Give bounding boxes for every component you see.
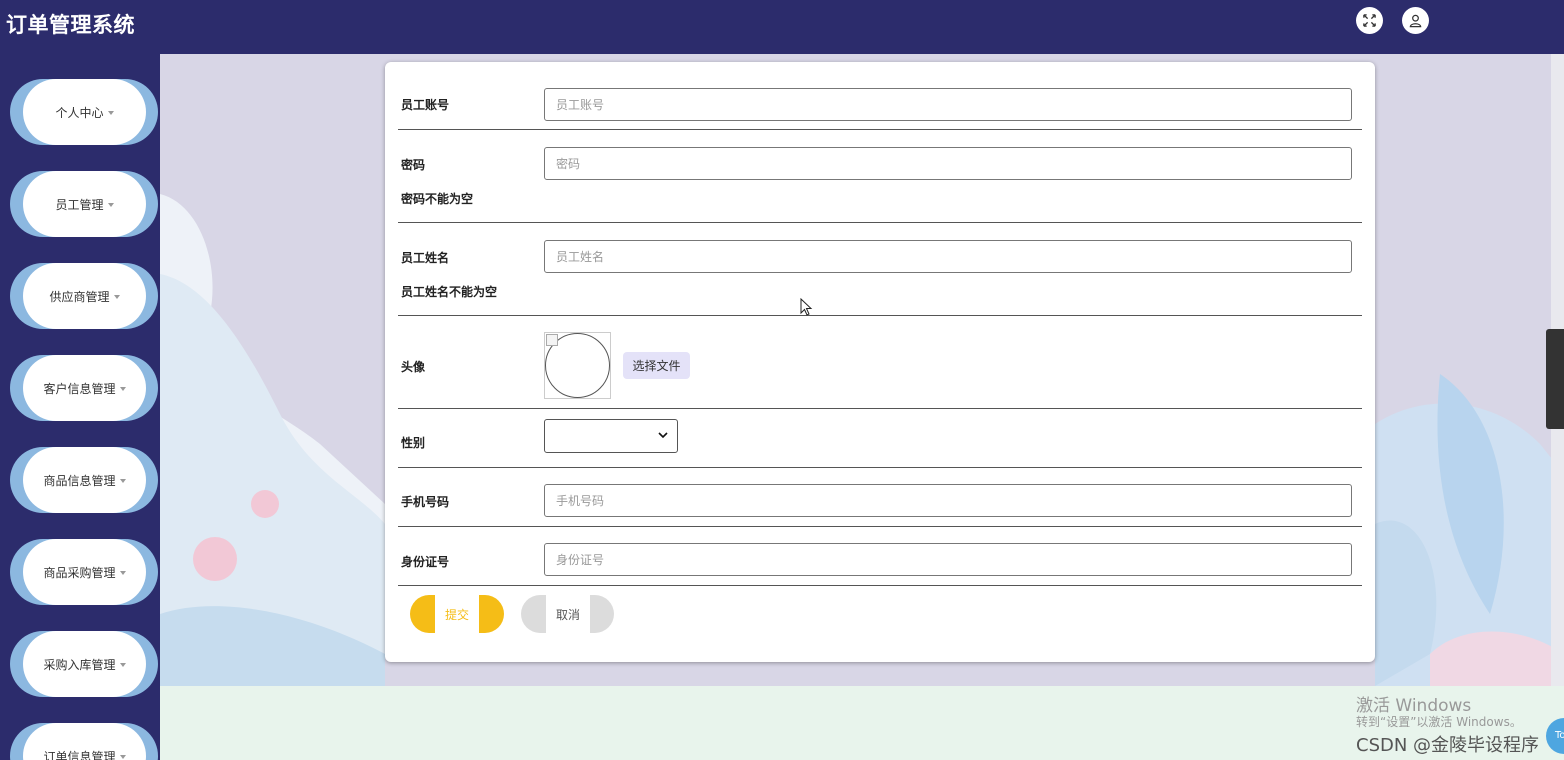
staff-form-card: 员工账号 密码 密码不能为空 员工姓名 员工姓名不能为空 头像 选择文件 性别 … — [385, 62, 1375, 662]
name-label: 员工姓名 — [401, 251, 450, 265]
caret-down-icon — [119, 478, 126, 483]
sidebar-item-purchases[interactable]: 商品采购管理 — [10, 539, 158, 605]
broken-image-icon — [546, 334, 558, 346]
avatar-preview — [544, 332, 611, 399]
app-title: 订单管理系统 — [6, 13, 135, 37]
sidebar-item-orders[interactable]: 订单信息管理 — [10, 723, 158, 760]
top-header: 订单管理系统 — [0, 0, 1564, 54]
floor-strip — [160, 686, 1564, 760]
caret-down-icon — [119, 662, 126, 667]
cancel-label: 取消 — [546, 595, 590, 633]
account-input[interactable] — [544, 88, 1352, 121]
sidebar-item-label: 供应商管理 — [49, 289, 110, 304]
avatar-label: 头像 — [401, 360, 426, 374]
id-card-label: 身份证号 — [401, 555, 450, 569]
submit-label: 提交 — [435, 595, 479, 633]
name-error: 员工姓名不能为空 — [401, 285, 498, 299]
submit-button[interactable]: 提交 — [410, 595, 504, 633]
user-icon[interactable] — [1402, 7, 1429, 34]
name-input[interactable] — [544, 240, 1352, 273]
gender-select[interactable] — [544, 419, 678, 453]
account-row: 员工账号 — [398, 62, 1362, 130]
caret-down-icon — [107, 202, 114, 207]
password-label: 密码 — [401, 158, 426, 172]
avatar-row: 头像 选择文件 — [398, 316, 1362, 409]
side-drawer-tab[interactable] — [1546, 329, 1564, 429]
password-input[interactable] — [544, 147, 1352, 180]
password-row: 密码 密码不能为空 — [398, 130, 1362, 223]
sidebar-item-label: 个人中心 — [55, 105, 104, 120]
sidebar-item-customers[interactable]: 客户信息管理 — [10, 355, 158, 421]
sidebar-item-label: 采购入库管理 — [43, 657, 116, 672]
sidebar-item-suppliers[interactable]: 供应商管理 — [10, 263, 158, 329]
windows-activation-subtitle: 转到“设置”以激活 Windows。 — [1356, 715, 1522, 729]
chevron-down-icon — [658, 432, 668, 439]
account-label: 员工账号 — [401, 98, 450, 112]
sidebar-item-label: 员工管理 — [55, 197, 104, 212]
gender-label: 性别 — [401, 436, 426, 450]
sidebar-item-label: 订单信息管理 — [43, 749, 116, 760]
phone-label: 手机号码 — [401, 495, 450, 509]
id-card-row: 身份证号 — [398, 527, 1362, 586]
sidebar-item-stock-in[interactable]: 采购入库管理 — [10, 631, 158, 697]
choose-file-button[interactable]: 选择文件 — [623, 352, 690, 379]
phone-input[interactable] — [544, 484, 1352, 517]
sidebar: 个人中心 员工管理 供应商管理 客户信息管理 商品信息管理 商品采购管理 采购入… — [0, 54, 160, 760]
gender-row: 性别 — [398, 409, 1362, 468]
sidebar-item-label: 商品信息管理 — [43, 473, 116, 488]
sidebar-item-products[interactable]: 商品信息管理 — [10, 447, 158, 513]
csdn-credit: CSDN @金陵毕设程序 — [1356, 735, 1540, 756]
caret-down-icon — [119, 570, 126, 575]
sidebar-item-personal-center[interactable]: 个人中心 — [10, 79, 158, 145]
password-error: 密码不能为空 — [401, 192, 474, 206]
fullscreen-icon[interactable] — [1356, 7, 1383, 34]
sidebar-item-label: 客户信息管理 — [43, 381, 116, 396]
caret-down-icon — [119, 386, 126, 391]
caret-down-icon — [107, 110, 114, 115]
cancel-button[interactable]: 取消 — [521, 595, 614, 633]
caret-down-icon — [119, 754, 126, 759]
sidebar-item-staff[interactable]: 员工管理 — [10, 171, 158, 237]
id-card-input[interactable] — [544, 543, 1352, 576]
name-row: 员工姓名 员工姓名不能为空 — [398, 223, 1362, 316]
caret-down-icon — [113, 294, 120, 299]
phone-row: 手机号码 — [398, 468, 1362, 527]
sidebar-item-label: 商品采购管理 — [43, 565, 116, 580]
mouse-cursor-icon — [800, 298, 813, 316]
